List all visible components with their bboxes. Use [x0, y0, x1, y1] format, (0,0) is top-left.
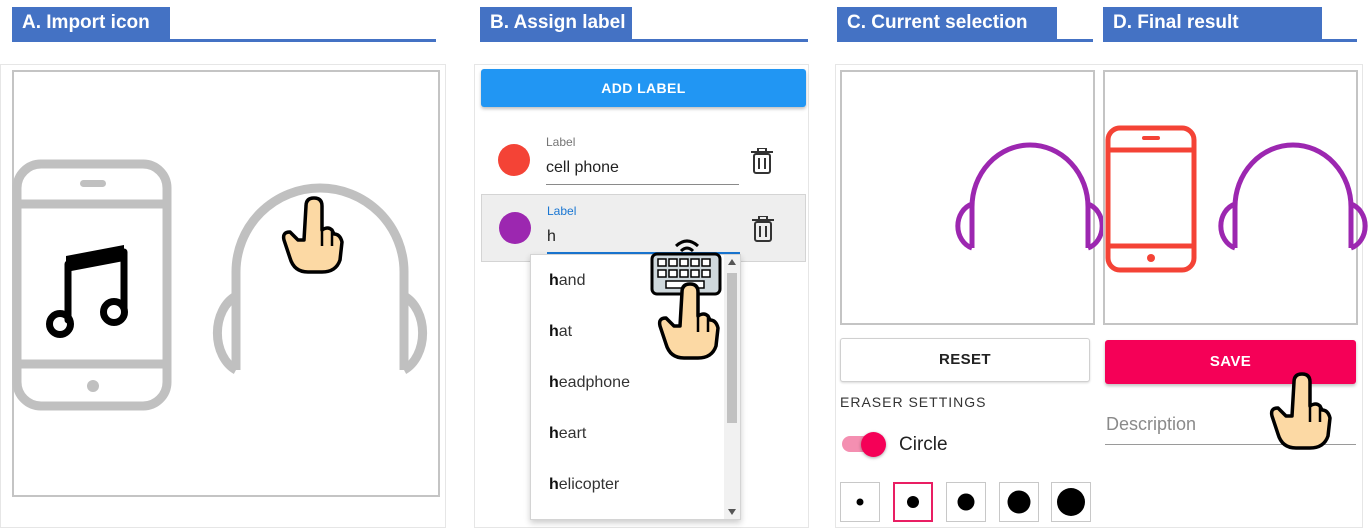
final-result-canvas	[1103, 70, 1368, 325]
label-row-active[interactable]: Label h	[481, 194, 806, 262]
label-field-caption: Label	[547, 204, 577, 218]
delete-trash-icon[interactable]	[751, 148, 773, 174]
eraser-size-xl[interactable]	[1051, 482, 1091, 522]
section-title-import: A. Import icon	[12, 7, 170, 39]
eraser-size-xs[interactable]	[840, 482, 880, 522]
eraser-shape-toggle-knob[interactable]	[861, 432, 886, 457]
description-input[interactable]: Description	[1106, 414, 1196, 435]
eraser-shape-label: Circle	[899, 434, 948, 455]
final-result-drawing	[1105, 125, 1368, 273]
size-dot	[907, 496, 919, 508]
label-field-underline	[546, 184, 739, 185]
cell-phone-icon	[12, 159, 172, 411]
size-dot	[1057, 488, 1085, 516]
import-canvas[interactable]	[12, 70, 440, 497]
label-color-dot[interactable]	[499, 212, 531, 244]
autocomplete-option[interactable]: heart	[549, 425, 586, 443]
scroll-down-arrow-icon[interactable]	[728, 509, 736, 515]
autocomplete-option[interactable]: hat	[549, 323, 572, 341]
dropdown-scroll-thumb[interactable]	[727, 273, 737, 423]
size-dot	[957, 493, 975, 511]
size-dot	[1007, 490, 1031, 514]
pointer-hand-icon	[281, 196, 344, 274]
section-header-current: C. Current selection	[837, 7, 1093, 42]
autocomplete-option[interactable]: helicopter	[549, 476, 619, 494]
section-title-current: C. Current selection	[837, 7, 1057, 39]
headphone-selection-icon	[955, 142, 1105, 251]
eraser-size-md[interactable]	[946, 482, 986, 522]
label-field-input[interactable]: h	[547, 228, 556, 246]
pointer-hand-icon	[657, 282, 720, 360]
cell-phone-result-icon	[1105, 125, 1197, 273]
pointer-hand-icon	[1269, 372, 1332, 450]
label-row-cell-phone[interactable]: Label cell phone	[481, 126, 806, 194]
label-color-dot[interactable]	[498, 144, 530, 176]
dropdown-scrollbar[interactable]	[724, 255, 740, 519]
autocomplete-option[interactable]: hand	[549, 272, 585, 290]
reset-button[interactable]: RESET	[840, 338, 1090, 382]
section-header-import: A. Import icon	[12, 7, 436, 42]
section-title-final: D. Final result	[1103, 7, 1322, 39]
eraser-size-lg[interactable]	[999, 482, 1039, 522]
section-title-assign: B. Assign label	[480, 7, 632, 39]
size-dot	[856, 498, 864, 506]
section-header-final: D. Final result	[1103, 7, 1357, 42]
autocomplete-option[interactable]: headphone	[549, 374, 630, 392]
scroll-up-arrow-icon[interactable]	[728, 259, 736, 265]
eraser-settings-title: ERASER SETTINGS	[840, 394, 987, 410]
headphone-result-icon	[1218, 142, 1368, 251]
current-selection-canvas[interactable]	[840, 70, 1105, 325]
imported-icon-drawing	[12, 159, 428, 411]
add-label-button[interactable]: ADD LABEL	[481, 69, 806, 107]
delete-trash-icon[interactable]	[752, 216, 774, 242]
music-note-icon	[46, 245, 128, 338]
label-field-input[interactable]: cell phone	[546, 159, 619, 177]
eraser-size-sm[interactable]	[893, 482, 933, 522]
label-field-caption: Label	[546, 135, 576, 149]
section-header-assign: B. Assign label	[480, 7, 808, 42]
